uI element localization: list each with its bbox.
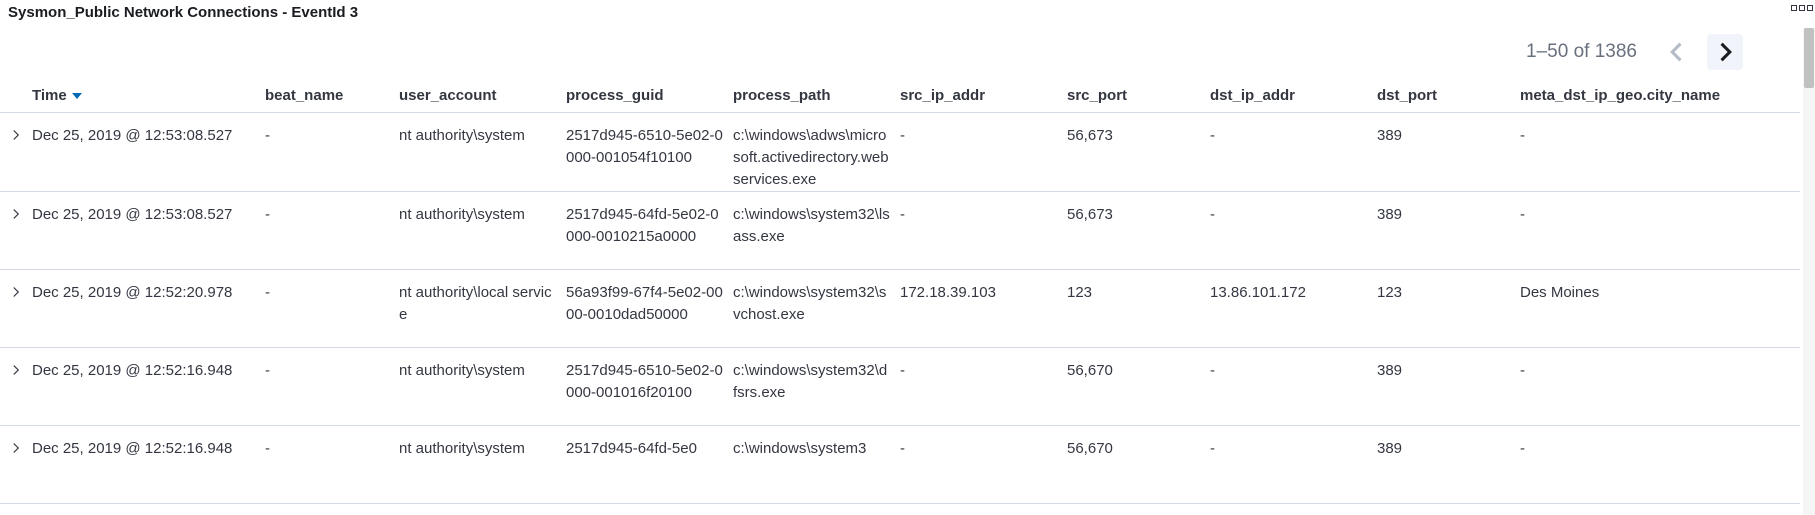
column-header-process-guid[interactable]: process_guid bbox=[566, 78, 733, 113]
cell-dst-port: 389 bbox=[1377, 191, 1520, 270]
cell-time: Dec 25, 2019 @ 12:53:08.527 bbox=[32, 112, 265, 192]
chevron-right-icon bbox=[13, 365, 20, 375]
column-header-label: process_guid bbox=[566, 86, 664, 104]
expand-row-button[interactable] bbox=[0, 191, 32, 270]
cell-process-guid: 2517d945-6510-5e02-0000-001016f20100 bbox=[566, 347, 733, 426]
column-header-label: user_account bbox=[399, 86, 497, 104]
cell-user-account: nt authority\local service bbox=[399, 269, 566, 348]
cell-dst-port: 389 bbox=[1377, 112, 1520, 192]
cell-src-ip-addr: - bbox=[900, 425, 1067, 504]
column-header-label: Time bbox=[32, 86, 67, 104]
cell-process-guid: 2517d945-64fd-5e02-0000-0010215a0000 bbox=[566, 191, 733, 270]
cell-process-path: c:\windows\system32\dfsrs.exe bbox=[733, 347, 900, 426]
cell-city-name: Des Moines bbox=[1520, 269, 1800, 348]
cell-src-ip-addr: - bbox=[900, 112, 1067, 192]
cell-time: Dec 25, 2019 @ 12:52:16.948 bbox=[32, 347, 265, 426]
cell-city-name: - bbox=[1520, 347, 1800, 426]
cell-beat-name: - bbox=[265, 425, 399, 504]
cell-src-ip-addr: 172.18.39.103 bbox=[900, 269, 1067, 348]
cell-src-port: 56,673 bbox=[1067, 191, 1210, 270]
cell-src-ip-addr: - bbox=[900, 191, 1067, 270]
table-row: Dec 25, 2019 @ 12:52:20.978 - nt authori… bbox=[0, 269, 1800, 348]
cell-dst-ip-addr: - bbox=[1210, 425, 1377, 504]
column-header-dst-port[interactable]: dst_port bbox=[1377, 78, 1520, 113]
table-header-row: Time beat_name user_account process_guid… bbox=[0, 78, 1800, 113]
cell-beat-name: - bbox=[265, 347, 399, 426]
column-header-label: src_ip_addr bbox=[900, 86, 986, 104]
cell-user-account: nt authority\system bbox=[399, 425, 566, 504]
cell-user-account: nt authority\system bbox=[399, 112, 566, 192]
cell-process-path: c:\windows\system32\svchost.exe bbox=[733, 269, 900, 348]
table-row: Dec 25, 2019 @ 12:53:08.527 - nt authori… bbox=[0, 112, 1800, 192]
column-header-user-account[interactable]: user_account bbox=[399, 78, 566, 113]
cell-dst-ip-addr: - bbox=[1210, 347, 1377, 426]
cell-beat-name: - bbox=[265, 191, 399, 270]
chevron-right-icon bbox=[1720, 42, 1732, 62]
previous-page-button[interactable] bbox=[1659, 34, 1695, 70]
cell-process-guid: 2517d945-64fd-5e0 bbox=[566, 425, 733, 504]
column-header-label: process_path bbox=[733, 86, 831, 104]
next-page-button[interactable] bbox=[1707, 34, 1743, 70]
table-row: Dec 25, 2019 @ 12:53:08.527 - nt authori… bbox=[0, 191, 1800, 270]
column-header-city-name[interactable]: meta_dst_ip_geo.city_name bbox=[1520, 78, 1800, 113]
column-header-src-ip-addr[interactable]: src_ip_addr bbox=[900, 78, 1067, 113]
cell-process-path: c:\windows\system32\lsass.exe bbox=[733, 191, 900, 270]
cell-src-port: 56,670 bbox=[1067, 347, 1210, 426]
cell-dst-port: 389 bbox=[1377, 347, 1520, 426]
expand-row-button[interactable] bbox=[0, 112, 32, 192]
expand-row-button[interactable] bbox=[0, 347, 32, 426]
panel-title: Sysmon_Public Network Connections - Even… bbox=[8, 4, 359, 21]
chevron-right-icon bbox=[13, 130, 20, 140]
cell-beat-name: - bbox=[265, 112, 399, 192]
cell-process-path: c:\windows\adws\microsoft.activedirector… bbox=[733, 112, 900, 192]
cell-dst-port: 389 bbox=[1377, 425, 1520, 504]
cell-src-port: 56,673 bbox=[1067, 112, 1210, 192]
documents-table: Time beat_name user_account process_guid… bbox=[0, 78, 1800, 504]
column-header-label: dst_port bbox=[1377, 86, 1437, 104]
cell-src-port: 123 bbox=[1067, 269, 1210, 348]
scrollbar-thumb[interactable] bbox=[1804, 28, 1814, 88]
cell-process-guid: 56a93f99-67f4-5e02-0000-0010dad50000 bbox=[566, 269, 733, 348]
cell-src-port: 56,670 bbox=[1067, 425, 1210, 504]
chevron-right-icon bbox=[13, 209, 20, 219]
column-header-beat-name[interactable]: beat_name bbox=[265, 78, 399, 113]
column-header-label: meta_dst_ip_geo.city_name bbox=[1520, 86, 1721, 104]
cell-dst-ip-addr: 13.86.101.172 bbox=[1210, 269, 1377, 348]
cell-dst-port: 123 bbox=[1377, 269, 1520, 348]
table-row: Dec 25, 2019 @ 12:52:16.948 - nt authori… bbox=[0, 425, 1800, 504]
column-header-label: beat_name bbox=[265, 86, 344, 104]
panel-options-icon[interactable] bbox=[1791, 5, 1813, 11]
cell-city-name: - bbox=[1520, 112, 1800, 192]
expand-column-header bbox=[0, 78, 32, 113]
cell-city-name: - bbox=[1520, 425, 1800, 504]
chevron-right-icon bbox=[13, 287, 20, 297]
cell-user-account: nt authority\system bbox=[399, 191, 566, 270]
pagination: 1–50 of 1386 bbox=[1526, 34, 1743, 70]
cell-dst-ip-addr: - bbox=[1210, 191, 1377, 270]
expand-row-button[interactable] bbox=[0, 425, 32, 504]
vertical-scrollbar[interactable] bbox=[1803, 28, 1815, 515]
cell-dst-ip-addr: - bbox=[1210, 112, 1377, 192]
pagination-range: 1–50 of 1386 bbox=[1526, 41, 1637, 62]
sort-down-icon[interactable] bbox=[71, 92, 82, 99]
cell-time: Dec 25, 2019 @ 12:52:16.948 bbox=[32, 425, 265, 504]
cell-process-guid: 2517d945-6510-5e02-0000-001054f10100 bbox=[566, 112, 733, 192]
cell-beat-name: - bbox=[265, 269, 399, 348]
cell-time: Dec 25, 2019 @ 12:53:08.527 bbox=[32, 191, 265, 270]
expand-row-button[interactable] bbox=[0, 269, 32, 348]
cell-process-path: c:\windows\system3 bbox=[733, 425, 900, 504]
cell-src-ip-addr: - bbox=[900, 347, 1067, 426]
column-header-label: src_port bbox=[1067, 86, 1128, 104]
chevron-right-icon bbox=[13, 443, 20, 453]
cell-city-name: - bbox=[1520, 191, 1800, 270]
table-row: Dec 25, 2019 @ 12:52:16.948 - nt authori… bbox=[0, 347, 1800, 426]
cell-time: Dec 25, 2019 @ 12:52:20.978 bbox=[32, 269, 265, 348]
cell-user-account: nt authority\system bbox=[399, 347, 566, 426]
column-header-process-path[interactable]: process_path bbox=[733, 78, 900, 113]
column-header-dst-ip-addr[interactable]: dst_ip_addr bbox=[1210, 78, 1377, 113]
column-header-src-port[interactable]: src_port bbox=[1067, 78, 1210, 113]
chevron-left-icon bbox=[1670, 42, 1682, 62]
column-header-label: dst_ip_addr bbox=[1210, 86, 1296, 104]
column-header-time[interactable]: Time bbox=[32, 78, 265, 113]
